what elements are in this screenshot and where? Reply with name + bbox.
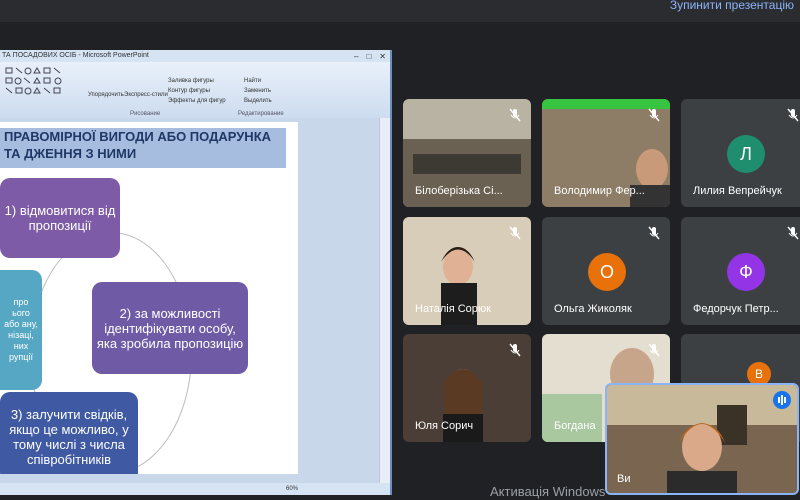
participant-tile[interactable]: Наталія Сорюк [403,217,531,325]
shape-fill-button[interactable]: Заливка фигуры [168,78,214,84]
participant-avatar: Л [727,135,765,173]
ppt-title-bar: ТА ПОСАДОВИХ ОСІБ - Microsoft PowerPoint… [0,50,390,62]
participant-tile[interactable]: Ф Федорчук Петр... [681,217,800,325]
participant-name: Богдана [554,420,596,432]
participant-name: Ольга Жиколяк [554,303,632,315]
mic-off-icon [785,225,800,241]
self-name: Ви [617,473,631,485]
find-button[interactable]: Найти [244,78,261,84]
vertical-scrollbar[interactable] [379,118,390,483]
participant-tile[interactable]: Володимир Фер... [542,99,670,207]
speaking-indicator-icon [773,391,791,409]
arrange-button[interactable]: Упорядочить [88,92,124,98]
shapes-icon [5,67,62,95]
diagram-box-4: про ього або ану, нізаці, них рупції [0,270,42,390]
shared-powerpoint-window: ТА ПОСАДОВИХ ОСІБ - Microsoft PowerPoint… [0,50,392,495]
participant-name: Лилия Вепрейчук [693,185,782,197]
self-video-feed [607,385,797,493]
ribbon-group-drawing: Рисование [130,111,161,117]
participant-tile[interactable]: Білоберізька Сі... [403,99,531,207]
ppt-ribbon: Упорядочить Экспресс-стили Заливка фигур… [0,62,390,119]
mic-off-icon [785,107,800,123]
participant-tile[interactable]: Юля Сорич [403,334,531,442]
quick-styles-button[interactable]: Экспресс-стили [124,92,168,98]
slide-title: ПРАВОМІРНОЇ ВИГОДИ АБО ПОДАРУНКА ТА ДЖЕН… [0,128,286,168]
participant-name: Юля Сорич [415,420,474,432]
stop-presenting-button[interactable]: Зупинити презентацію [670,0,794,12]
slide-editing-area: ПРАВОМІРНОЇ ВИГОДИ АБО ПОДАРУНКА ТА ДЖЕН… [0,118,390,483]
shape-outline-button[interactable]: Контур фигуры [168,88,210,94]
mic-off-icon [507,107,523,123]
participant-name: Білоберізька Сі... [415,185,503,197]
mic-off-icon [646,342,662,358]
mic-off-icon [507,225,523,241]
zoom-level[interactable]: 60% [286,483,298,495]
participant-name: Володимир Фер... [554,185,645,197]
self-view-tile[interactable]: Ви [605,383,799,495]
mic-off-icon [507,342,523,358]
ppt-status-bar: 60% [0,483,390,495]
select-button[interactable]: Выделить [244,98,272,104]
mic-off-icon [646,225,662,241]
participant-tile[interactable]: Л Лилия Вепрейчук [681,99,800,207]
meet-top-bar: Зупинити презентацію [0,0,800,22]
shapes-gallery[interactable] [4,66,74,98]
participant-tile[interactable]: О Ольга Жиколяк [542,217,670,325]
diagram-box-3: 3) залучити свідків, якщо це можливо, у … [0,392,138,474]
shape-effects-button[interactable]: Эффекты для фигур [168,98,226,104]
diagram-box-2: 2) за можливості ідентифікувати особу, я… [92,282,248,374]
participant-avatar: О [588,253,626,291]
mic-off-icon [646,107,662,123]
participant-name: Федорчук Петр... [693,303,779,315]
participant-avatar: Ф [727,253,765,291]
ribbon-group-editing: Редактирование [238,111,284,117]
slide-canvas[interactable]: ПРАВОМІРНОЇ ВИГОДИ АБО ПОДАРУНКА ТА ДЖЕН… [0,122,298,474]
windows-activation-watermark: Активація Windows [490,484,606,499]
diagram-box-1: 1) відмовитися від пропозиції [0,178,120,258]
ppt-window-title: ТА ПОСАДОВИХ ОСІБ - Microsoft PowerPoint [2,52,149,59]
participant-name: Наталія Сорюк [415,303,491,315]
replace-button[interactable]: Заменить [244,88,271,94]
